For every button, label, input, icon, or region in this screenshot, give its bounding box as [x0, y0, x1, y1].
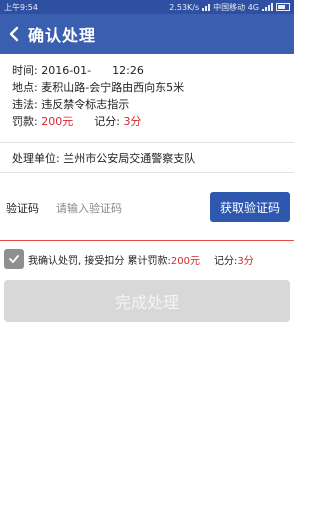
verify-code-label: 验证码: [6, 202, 39, 215]
violation-info: 时间: 2016-01- 12:26 地点: 麦积山路-会宁路由西向东5米 违法…: [12, 62, 286, 130]
verify-code-input[interactable]: [56, 201, 191, 215]
check-icon: [9, 255, 19, 263]
net-speed: 2.53K/s: [169, 2, 200, 12]
fine-value: 200元: [41, 115, 74, 128]
agree-checkbox[interactable]: [4, 249, 24, 269]
agreement-points-label: 记分:: [214, 255, 238, 267]
agreement-fine: 200元: [170, 255, 200, 267]
department-row: 处理单位: 兰州市公安局交通警察支队: [12, 150, 195, 166]
page-title: 确认处理: [28, 26, 97, 45]
points-value: 3分: [123, 115, 142, 128]
time-row: 时间: 2016-01- 12:26: [12, 62, 286, 79]
violation-value: 违反禁令标志指示: [41, 98, 130, 111]
department-label: 处理单位:: [12, 152, 60, 165]
time-label: 时间:: [12, 64, 38, 77]
violation-row: 违法: 违反禁令标志指示: [12, 96, 286, 113]
fine-row: 罚款: 200元 记分: 3分: [12, 113, 286, 130]
agreement-text: 我确认处罚, 接受扣分 累计罚款:: [28, 255, 171, 267]
place-value: 麦积山路-会宁路由西向东5米: [41, 81, 185, 94]
fine-label: 罚款:: [12, 115, 38, 128]
status-time: 上午9:54: [4, 2, 38, 12]
signal-icon: [262, 3, 273, 11]
status-bar: 上午9:54 2.53K/s 中国移动 4G: [0, 0, 294, 14]
status-right: 2.53K/s 中国移动 4G: [169, 2, 290, 13]
verify-code-row: 验证码 获取验证码: [0, 190, 294, 226]
department-value: 兰州市公安局交通警察支队: [63, 152, 196, 165]
back-button[interactable]: [0, 14, 28, 54]
agreement-row: 我确认处罚, 接受扣分 累计罚款: 200元 记分: 3分: [4, 249, 254, 269]
get-code-button[interactable]: 获取验证码: [210, 192, 290, 222]
chevron-left-icon: [9, 26, 19, 42]
wifi-icon: [202, 3, 211, 11]
carrier-label: 中国移动 4G: [213, 2, 259, 12]
divider: [0, 142, 294, 143]
error-underline: [0, 240, 294, 241]
complete-button[interactable]: 完成处理: [4, 280, 290, 322]
divider: [0, 172, 294, 173]
time-clock: 12:26: [112, 64, 144, 77]
place-row: 地点: 麦积山路-会宁路由西向东5米: [12, 79, 286, 96]
time-value: 2016-01-: [41, 64, 92, 77]
nav-bar: 确认处理: [0, 14, 294, 54]
agreement-points: 3分: [237, 255, 254, 267]
points-label: 记分:: [94, 115, 120, 128]
place-label: 地点:: [12, 81, 38, 94]
violation-label: 违法:: [12, 98, 38, 111]
battery-icon: [276, 3, 290, 11]
